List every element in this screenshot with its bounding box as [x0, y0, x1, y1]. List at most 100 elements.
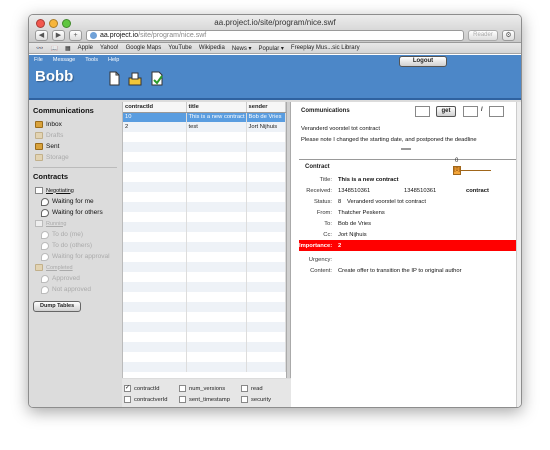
sidebar-item-label: Running [46, 220, 67, 227]
reading-list-icon[interactable]: 👓 [36, 45, 43, 52]
bookmark-google-maps[interactable]: Google Maps [126, 45, 162, 51]
nav-row: ◀ ▶ + aa.project.io/site/program/nice.sw… [35, 29, 515, 41]
checkbox-icon[interactable] [179, 385, 186, 392]
sidebar-group-completed[interactable]: Completed [33, 262, 117, 273]
top-sites-icon[interactable]: ▦ [65, 45, 71, 52]
sidebar-item-sent[interactable]: Sent [33, 141, 117, 152]
contract-row-title: Title: This is a new contract [299, 174, 521, 185]
bookmark-youtube[interactable]: YouTube [168, 45, 192, 51]
column-toggle-sent-timestamp[interactable]: sent_timestamp [179, 396, 241, 403]
column-header-contractid[interactable]: contractId [123, 102, 187, 113]
empty-cell [123, 162, 187, 172]
sidebar-item-inbox[interactable]: Inbox [33, 119, 117, 130]
bookmarks-icon[interactable]: 📖 [50, 45, 57, 52]
field-value: Veranderd voorstel tot contract [347, 198, 426, 205]
empty-cell [246, 162, 286, 172]
add-bookmark-button[interactable]: + [69, 29, 82, 41]
sidebar-item-todo-others[interactable]: To do (others) [33, 240, 117, 251]
column-header-title[interactable]: title [186, 102, 247, 113]
empty-cell [246, 312, 286, 322]
empty-cell [186, 282, 247, 292]
table-row[interactable]: 2 test Jort Nijhuis [123, 122, 286, 132]
table-row-empty [123, 152, 286, 162]
sidebar-item-label: Negotiating [46, 187, 74, 194]
field-label: Content: [310, 267, 332, 274]
checkbox-icon[interactable] [179, 396, 186, 403]
forward-button[interactable]: ▶ [52, 29, 65, 41]
version-slider-track[interactable] [461, 170, 491, 171]
page-number-input[interactable] [463, 106, 478, 117]
empty-cell [246, 252, 286, 262]
settings-icon[interactable]: ⚙ [502, 29, 515, 41]
detail-scrollbar[interactable] [516, 102, 521, 407]
bookmark-wikipedia[interactable]: Wikipedia [199, 45, 225, 51]
send-document-icon[interactable] [151, 71, 164, 86]
dump-tables-button[interactable]: Dump Tables [33, 301, 82, 312]
table-row-empty [123, 222, 286, 232]
sidebar-item-approved[interactable]: Approved [33, 273, 117, 284]
inbox-tray-icon[interactable] [128, 71, 142, 86]
menu-help[interactable]: Help [108, 57, 119, 63]
column-toggle-contractverid[interactable]: contractverId [124, 396, 179, 403]
message-subject: Veranderd voorstel tot contract [301, 126, 380, 132]
empty-cell [123, 262, 187, 272]
checkbox-label: contractId [134, 385, 160, 392]
checkbox-label: security [251, 396, 271, 403]
sidebar-item-waiting-for-approval[interactable]: Waiting for approval [33, 251, 117, 262]
sidebar-item-label: Waiting for others [52, 209, 103, 216]
sidebar-group-running[interactable]: Running [33, 218, 117, 229]
sidebar-item-waiting-for-others[interactable]: Waiting for others [33, 207, 117, 218]
field-label: Status: [313, 198, 332, 205]
sidebar-item-drafts[interactable]: Drafts [33, 130, 117, 141]
page-from-input[interactable] [415, 106, 430, 117]
checkbox-icon[interactable] [241, 385, 248, 392]
sidebar-item-storage[interactable]: Storage [33, 152, 117, 163]
column-toggle-security[interactable]: security [241, 396, 289, 403]
sidebar-item-not-approved[interactable]: Not approved [33, 284, 117, 295]
column-toggle-contractid[interactable]: ✓ contractId [124, 385, 179, 392]
checkbox-checked-icon[interactable]: ✓ [124, 385, 131, 392]
checkbox-icon[interactable] [241, 396, 248, 403]
new-document-icon[interactable] [109, 71, 120, 86]
version-slider-handle[interactable]: [0] [453, 166, 461, 175]
bookmark-popular[interactable]: Popular ▾ [259, 45, 284, 52]
app-logo: Bobb [35, 68, 74, 85]
menu-file[interactable]: File [34, 57, 43, 63]
communications-header: Communications get / [291, 102, 521, 120]
communications-title: Communications [301, 108, 350, 114]
empty-cell [123, 282, 187, 292]
menu-message[interactable]: Message [53, 57, 75, 63]
sidebar-group-negotiating[interactable]: Negotiating [33, 185, 117, 196]
reader-button[interactable]: Reader [468, 29, 498, 41]
titlebar: aa.project.io/site/program/nice.swf ◀ ▶ … [29, 15, 521, 43]
splitter-handle[interactable] [401, 148, 411, 150]
field-value: 1348510361 [338, 187, 371, 194]
table-row-empty [123, 312, 286, 322]
checkbox-icon[interactable] [124, 396, 131, 403]
address-bar[interactable]: aa.project.io/site/program/nice.swf [86, 29, 464, 41]
bookmark-yahoo[interactable]: Yahoo! [100, 45, 119, 51]
column-toggle-num-versions[interactable]: num_versions [179, 385, 241, 392]
table-row-empty [123, 332, 286, 342]
contract-row-urgency: Urgency: [299, 254, 521, 265]
logout-button[interactable]: Logout [399, 56, 447, 67]
column-header-sender[interactable]: sender [246, 102, 286, 113]
back-button[interactable]: ◀ [35, 29, 48, 41]
bookmark-freeplay[interactable]: Freeplay Mus...sic Library [291, 45, 360, 51]
sidebar-item-todo-me[interactable]: To do (me) [33, 229, 117, 240]
sidebar-item-label: Not approved [52, 286, 92, 293]
table-row[interactable]: 10 This is a new contract Bob de Vries [123, 112, 286, 122]
contract-row-cc: Cc: Jort Nijhuis [299, 229, 521, 240]
column-toggle-read[interactable]: read [241, 385, 289, 392]
table-row-empty [123, 292, 286, 302]
bookmark-news[interactable]: News ▾ [232, 45, 252, 52]
field-value: 1348510361 [404, 187, 437, 194]
column-toggle-panel: ✓ contractId num_versions read contractve… [122, 379, 291, 407]
cell-contractid: 2 [123, 122, 187, 132]
bookmark-apple[interactable]: Apple [78, 45, 93, 51]
sidebar-item-waiting-for-me[interactable]: Waiting for me [33, 196, 117, 207]
get-button[interactable]: get [436, 106, 456, 117]
menu-tools[interactable]: Tools [85, 57, 98, 63]
table-row-empty [123, 162, 286, 172]
page-total-input[interactable] [489, 106, 504, 117]
